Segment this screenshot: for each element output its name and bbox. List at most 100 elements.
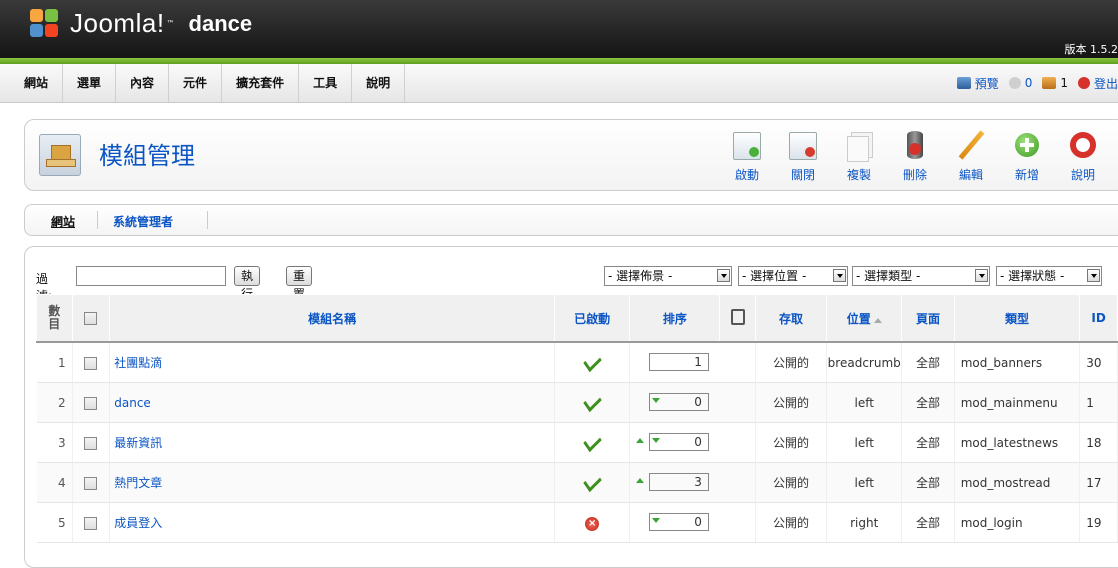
filter-input[interactable] — [76, 266, 226, 286]
row-select[interactable] — [72, 463, 110, 503]
row-checkbox[interactable] — [84, 357, 97, 370]
col-position-label[interactable]: 位置 — [847, 312, 871, 326]
order-input[interactable]: 0 — [649, 393, 709, 411]
logout-label[interactable]: 登出 — [1094, 75, 1118, 92]
menu-site[interactable]: 網站 — [0, 64, 63, 102]
module-name-link[interactable]: 最新資訊 — [114, 436, 162, 450]
messages-icon — [1009, 77, 1021, 89]
order-input[interactable]: 0 — [649, 513, 709, 531]
module-name-link[interactable]: 社團點滴 — [114, 356, 162, 370]
unpublish-icon — [787, 130, 819, 162]
users-link[interactable]: 1 — [1042, 76, 1068, 90]
col-type[interactable]: 類型 — [954, 295, 1080, 343]
template-select[interactable]: - 選擇佈景 - — [604, 266, 732, 286]
submenu-admin[interactable]: 系統管理者 — [113, 213, 173, 230]
module-name-link[interactable]: 熱門文章 — [114, 476, 162, 490]
row-checkbox[interactable] — [84, 437, 97, 450]
unpublish-button[interactable]: 關閉 — [781, 130, 825, 183]
col-pages[interactable]: 頁面 — [902, 295, 954, 343]
preview-label[interactable]: 預覽 — [975, 75, 999, 92]
site-name: dance — [189, 11, 253, 37]
menu-extensions[interactable]: 擴充套件 — [222, 64, 299, 102]
copy-button[interactable]: 複製 — [837, 130, 881, 183]
messages-count[interactable]: 0 — [1025, 76, 1033, 90]
new-button[interactable]: 新增 — [1005, 130, 1049, 183]
filter-reset-button[interactable]: 重置 — [286, 266, 312, 286]
enabled-check-icon[interactable] — [583, 430, 601, 451]
help-label: 說明 — [1071, 168, 1095, 182]
row-enabled[interactable] — [554, 423, 629, 463]
submenu-divider — [207, 211, 208, 229]
row-num: 5 — [37, 503, 73, 543]
order-controls: 0 — [630, 423, 755, 462]
col-enabled[interactable]: 已啟動 — [554, 295, 629, 343]
row-order: 3 — [630, 463, 756, 503]
row-access[interactable]: 公開的 — [755, 342, 826, 383]
col-save-order[interactable] — [720, 295, 756, 343]
edit-button[interactable]: 編輯 — [949, 130, 993, 183]
row-enabled[interactable]: × — [554, 503, 629, 543]
row-enabled[interactable] — [554, 463, 629, 503]
chevron-down-icon — [1087, 269, 1100, 282]
col-position[interactable]: 位置 — [827, 295, 902, 343]
filter-go-button[interactable]: 執行 — [234, 266, 260, 286]
menu-help[interactable]: 說明 — [352, 64, 405, 102]
menu-content[interactable]: 內容 — [116, 64, 169, 102]
row-id: 30 — [1080, 342, 1118, 383]
enabled-check-icon[interactable] — [583, 390, 601, 411]
row-position: left — [827, 383, 902, 423]
col-order[interactable]: 排序 — [630, 295, 720, 343]
row-enabled[interactable] — [554, 342, 629, 383]
select-all-checkbox[interactable] — [84, 312, 97, 325]
row-access[interactable]: 公開的 — [755, 383, 826, 423]
order-input[interactable]: 3 — [649, 473, 709, 491]
position-select[interactable]: - 選擇位置 - — [738, 266, 848, 286]
new-label: 新增 — [1015, 168, 1039, 182]
submenu-site[interactable]: 網站 — [51, 213, 75, 230]
enabled-check-icon[interactable] — [583, 350, 601, 371]
row-select[interactable] — [72, 342, 110, 383]
row-position: breadcrumb — [827, 342, 902, 383]
row-enabled[interactable] — [554, 383, 629, 423]
joomla-logo[interactable]: Joomla! ™ dance — [30, 8, 252, 39]
state-select[interactable]: - 選擇狀態 - — [996, 266, 1102, 286]
state-select-value: - 選擇狀態 - — [1000, 269, 1064, 283]
help-button[interactable]: 說明 — [1061, 130, 1105, 183]
preview-link[interactable]: 預覽 — [957, 75, 999, 92]
publish-button[interactable]: 啟動 — [725, 130, 769, 183]
col-name[interactable]: 模組名稱 — [110, 295, 555, 343]
row-select[interactable] — [72, 503, 110, 543]
disabled-x-icon[interactable]: × — [585, 517, 599, 531]
menu-components[interactable]: 元件 — [169, 64, 222, 102]
col-id[interactable]: ID — [1080, 295, 1118, 343]
row-checkbox[interactable] — [84, 397, 97, 410]
row-access[interactable]: 公開的 — [755, 423, 826, 463]
col-select-all[interactable] — [72, 295, 110, 343]
logo-text: Joomla! — [70, 8, 165, 39]
order-input[interactable]: 0 — [649, 433, 709, 451]
row-checkbox[interactable] — [84, 517, 97, 530]
row-access[interactable]: 公開的 — [755, 503, 826, 543]
row-access[interactable]: 公開的 — [755, 463, 826, 503]
col-access[interactable]: 存取 — [755, 295, 826, 343]
logout-link[interactable]: 登出 — [1078, 75, 1118, 92]
order-input[interactable]: 1 — [649, 353, 709, 371]
delete-icon — [899, 130, 931, 162]
save-order-icon[interactable] — [731, 309, 745, 325]
module-name-link[interactable]: dance — [114, 396, 151, 410]
module-name-link[interactable]: 成員登入 — [114, 516, 162, 530]
move-up-icon[interactable] — [636, 478, 644, 483]
messages-link[interactable]: 0 — [1009, 76, 1033, 90]
row-checkbox[interactable] — [84, 477, 97, 490]
type-select[interactable]: - 選擇類型 - — [852, 266, 990, 286]
enabled-check-icon[interactable] — [583, 470, 601, 491]
menu-tools[interactable]: 工具 — [299, 64, 352, 102]
table-header-row: 數目 模組名稱 已啟動 排序 存取 位置 頁面 類型 ID — [37, 295, 1118, 343]
row-select[interactable] — [72, 383, 110, 423]
move-up-icon[interactable] — [636, 438, 644, 443]
menu-menus[interactable]: 選單 — [63, 64, 116, 102]
delete-button[interactable]: 刪除 — [893, 130, 937, 183]
template-select-value: - 選擇佈景 - — [608, 269, 672, 283]
row-select[interactable] — [72, 423, 110, 463]
order-controls: 0 — [630, 503, 755, 542]
